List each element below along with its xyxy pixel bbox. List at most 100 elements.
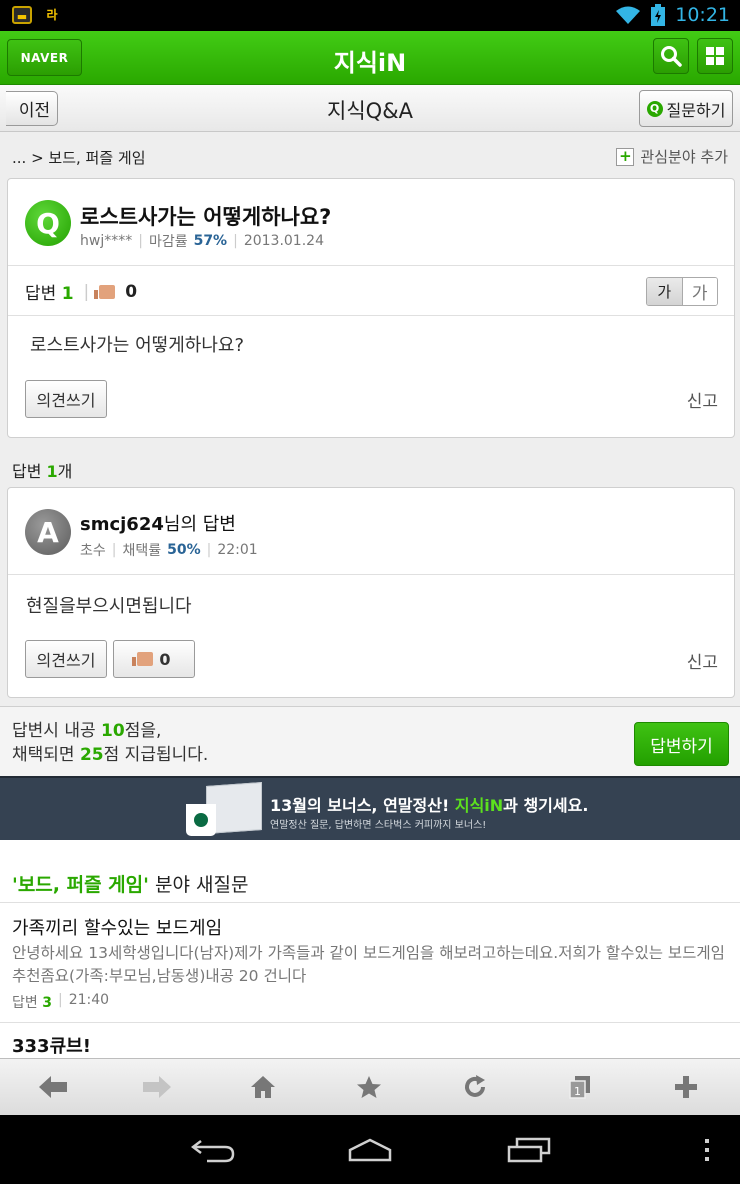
divider: | xyxy=(57,992,63,1008)
answer-comment-button[interactable]: 의견쓰기 xyxy=(25,640,107,678)
system-home-button[interactable] xyxy=(346,1135,394,1165)
home-outline-icon xyxy=(348,1138,392,1162)
question-date: 2013.01.24 xyxy=(243,233,324,249)
list-item-answers-count: 3 xyxy=(42,995,52,1011)
answers-label: 답변 xyxy=(25,284,57,304)
list-item-description[interactable]: 안녕하세요 13세학생입니다(남자)제가 가족들과 같이 보드게임을 해보려고하… xyxy=(12,942,727,988)
question-q-icon: Q xyxy=(25,200,71,246)
menu-grid-button[interactable] xyxy=(697,38,733,74)
system-navigation-bar xyxy=(0,1115,740,1184)
banner-title-prefix: 13월의 보너스, 연말정산! xyxy=(270,796,455,815)
font-large-button[interactable]: 가 xyxy=(682,278,717,305)
answers-heading-suffix: 개 xyxy=(57,462,73,481)
svg-text:1: 1 xyxy=(574,1085,581,1098)
question-title: 로스트사가는 어떻게하나요? xyxy=(80,205,332,229)
answers-heading-prefix: 답변 xyxy=(12,462,47,481)
divider: | xyxy=(233,233,238,249)
search-button[interactable] xyxy=(653,38,689,74)
font-size-toggle[interactable]: 가 가 xyxy=(646,277,718,306)
answer-like-button[interactable]: 0 xyxy=(113,640,195,678)
browser-refresh-button[interactable] xyxy=(460,1073,490,1101)
banner-title-suffix: 과 챙기세요. xyxy=(503,796,589,815)
system-back-button[interactable] xyxy=(190,1135,236,1165)
question-meta: hwj**** | 마감률 57% | 2013.01.24 xyxy=(80,231,324,251)
list-item-meta: 답변 3 | 21:40 xyxy=(12,992,109,1012)
browser-forward-button[interactable] xyxy=(142,1073,172,1101)
close-rate-value: 57% xyxy=(193,233,228,249)
system-menu-button[interactable] xyxy=(700,1135,714,1165)
answer-report-link[interactable]: 신고 xyxy=(687,648,718,673)
answer-time: 22:01 xyxy=(217,542,258,558)
question-stats: 답변 1 | 0 xyxy=(25,279,138,305)
divider: | xyxy=(111,542,117,558)
answers-heading: 답변 1개 xyxy=(12,458,72,482)
divider: | xyxy=(83,281,90,302)
thumbs-up-icon xyxy=(94,284,116,299)
divider xyxy=(0,1022,740,1023)
close-rate-label: 마감률 xyxy=(148,234,188,250)
section-title: 지식Q&A xyxy=(327,99,413,123)
answer-title-suffix: 님의 답변 xyxy=(163,514,236,535)
reward-line1-suffix: 점을, xyxy=(124,721,162,741)
banner-title: 13월의 보너스, 연말정산! 지식iN과 챙기세요. xyxy=(270,792,588,816)
browser-home-button[interactable] xyxy=(248,1073,278,1101)
divider xyxy=(0,902,740,903)
refresh-icon xyxy=(465,1075,485,1097)
coffee-cup-icon xyxy=(186,804,216,836)
star-icon xyxy=(357,1076,381,1098)
plus-icon: + xyxy=(616,147,635,166)
app-header: NAVER 지식iN xyxy=(0,31,740,85)
adopt-rate-value: 50% xyxy=(167,542,201,558)
browser-tabs-button[interactable]: 1 xyxy=(565,1073,595,1101)
answer-a-icon: A xyxy=(25,509,71,555)
browser-bookmark-button[interactable] xyxy=(354,1073,384,1101)
q-logo-icon: Q xyxy=(646,100,663,117)
divider xyxy=(8,315,734,316)
breadcrumb[interactable]: ... > 보드, 퍼즐 게임 xyxy=(12,147,146,168)
sub-header: 이전 지식Q&A Q 질문하기 xyxy=(0,85,740,132)
plus-icon xyxy=(675,1076,697,1098)
app-notification-icon: 라 xyxy=(46,8,58,22)
question-author[interactable]: hwj**** xyxy=(80,233,132,249)
question-report-link[interactable]: 신고 xyxy=(687,387,718,412)
home-icon xyxy=(251,1076,275,1098)
question-body: 로스트사가는 어떻게하나요? xyxy=(30,335,244,356)
divider xyxy=(8,574,734,575)
font-small-button[interactable]: 가 xyxy=(647,278,683,305)
write-answer-button[interactable]: 답변하기 xyxy=(634,722,729,766)
status-bar: ▬ 라 10:21 xyxy=(0,0,740,31)
question-comment-button[interactable]: 의견쓰기 xyxy=(25,380,107,418)
add-interest-label: 관심분야 추가 xyxy=(640,148,728,166)
reward-bar: 답변시 내공 10점을, 채택되면 25점 지급됩니다. 답변하기 xyxy=(0,706,740,776)
search-icon xyxy=(661,46,682,67)
answer-meta: 초수 | 채택률 50% | 22:01 xyxy=(80,540,258,560)
heading-suffix: 분야 새질문 xyxy=(148,874,249,896)
promo-banner[interactable]: 13월의 보너스, 연말정산! 지식iN과 챙기세요. 연말정산 질문, 답변하… xyxy=(0,776,740,840)
add-interest-button[interactable]: + 관심분야 추가 xyxy=(616,146,728,167)
wifi-icon xyxy=(616,6,641,24)
browser-back-button[interactable] xyxy=(38,1073,68,1101)
answer-likes-count: 0 xyxy=(159,649,171,669)
browser-new-tab-button[interactable] xyxy=(671,1073,701,1101)
system-recents-button[interactable] xyxy=(506,1135,552,1165)
arrow-right-icon xyxy=(143,1076,171,1098)
grid-icon xyxy=(706,47,724,65)
message-notification-icon: ▬ xyxy=(12,6,32,24)
ask-question-button[interactable]: Q 질문하기 xyxy=(639,90,733,127)
list-item-title[interactable]: 333큐브! xyxy=(12,1032,91,1058)
likes-count: 0 xyxy=(125,281,138,302)
overflow-menu-icon xyxy=(705,1139,709,1161)
answers-count: 1 xyxy=(61,284,74,304)
answer-title: smcj624님의 답변 xyxy=(80,510,236,536)
coffee-promo-image xyxy=(186,782,262,836)
list-item-title[interactable]: 가족끼리 할수있는 보드게임 xyxy=(12,914,222,940)
reward-line2-suffix: 점 지급됩니다. xyxy=(103,745,209,765)
browser-toolbar: 1 xyxy=(0,1058,740,1115)
answers-heading-count: 1 xyxy=(46,462,58,481)
new-questions-heading: '보드, 퍼즐 게임' 분야 새질문 xyxy=(12,870,248,897)
banner-title-brand: 지식iN xyxy=(454,796,504,815)
recent-apps-icon xyxy=(507,1137,551,1163)
app-title: 지식iN xyxy=(333,49,407,77)
clock: 10:21 xyxy=(675,4,730,26)
answer-user[interactable]: smcj624 xyxy=(80,514,164,535)
